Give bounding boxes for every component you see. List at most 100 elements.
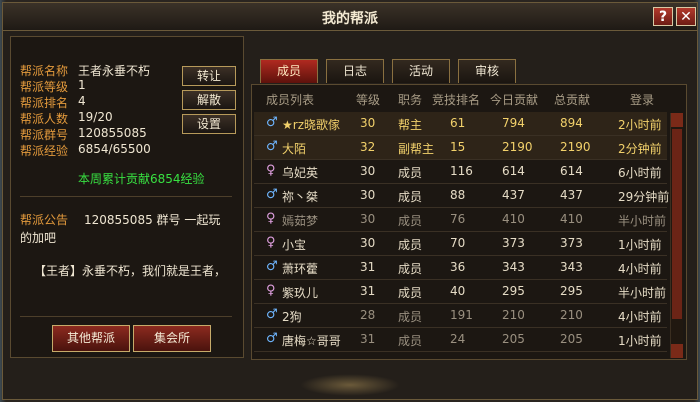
- guild-info-label: 帮派排名: [20, 96, 69, 110]
- member-arena-rank: 116: [450, 164, 473, 178]
- tab-members[interactable]: 成员: [260, 59, 318, 83]
- tab-log[interactable]: 日志: [326, 59, 384, 83]
- divider: [20, 316, 232, 317]
- tab-review[interactable]: 审核: [458, 59, 516, 83]
- member-last-login: 6小时前: [618, 166, 662, 180]
- male-icon: ♂: [266, 307, 278, 322]
- member-last-login: 1小时前: [618, 238, 662, 252]
- member-total-contribution: 343: [560, 260, 583, 274]
- guild-info-label: 帮派名称: [20, 64, 69, 78]
- member-row[interactable]: ♂ 祢丶桀 30 成员 88 437 437 29分钟前: [254, 184, 670, 208]
- member-name: 萧环藿: [282, 262, 319, 276]
- member-row[interactable]: ♀ 嫣茹梦 30 成员 76 410 410 半小时前: [254, 208, 667, 232]
- member-row[interactable]: ♂ 大陌 32 副帮主 15 2190 2190 2分钟前: [254, 136, 667, 160]
- scroll-down-button[interactable]: [671, 344, 683, 358]
- tab-activity[interactable]: 活动: [392, 59, 450, 83]
- male-icon: ♂: [266, 115, 278, 130]
- member-arena-rank: 70: [450, 236, 466, 250]
- member-arena-rank: 15: [450, 140, 466, 154]
- disband-button[interactable]: 解散: [182, 90, 236, 110]
- guild-info-label: 帮派经验: [20, 144, 69, 158]
- member-name: ★rz晓歌傢: [282, 118, 340, 132]
- member-today-contribution: 614: [502, 164, 525, 178]
- male-icon: ♂: [266, 139, 278, 154]
- member-total-contribution: 373: [560, 236, 583, 250]
- female-icon: ♀: [266, 235, 276, 250]
- col-arena-rank: 竞技排名: [432, 93, 481, 107]
- col-role: 职务: [398, 93, 423, 107]
- scroll-up-button[interactable]: [671, 113, 683, 127]
- settings-button[interactable]: 设置: [182, 114, 236, 134]
- scroll-thumb[interactable]: [672, 129, 682, 319]
- male-icon: ♂: [266, 187, 278, 202]
- member-role: 成员: [398, 286, 423, 300]
- member-row[interactable]: ♂ 萧环藿 31 成员 36 343 343 4小时前: [254, 256, 667, 280]
- member-arena-rank: 24: [450, 332, 466, 346]
- member-role: 帮主: [398, 118, 423, 132]
- member-last-login: 29分钟前: [618, 190, 670, 204]
- member-level: 28: [360, 308, 376, 322]
- member-total-contribution: 205: [560, 332, 583, 346]
- member-name: 嫣茹梦: [282, 214, 319, 228]
- member-name: 紫玖儿: [282, 286, 319, 300]
- weekly-contribution: 本周累计贡献6854经验: [78, 172, 205, 186]
- guild-info-value: 王者永垂不朽: [78, 64, 151, 78]
- guild-info-value: 19/20: [78, 110, 113, 124]
- member-row[interactable]: ♂ 唐梅☆哥哥 31 成员 24 205 205 1小时前: [254, 328, 667, 352]
- member-level: 30: [360, 188, 376, 202]
- member-scrollbar[interactable]: [670, 113, 683, 358]
- member-total-contribution: 437: [560, 188, 583, 202]
- male-icon: ♂: [266, 331, 278, 346]
- member-row[interactable]: ♀ 乌妃英 30 成员 116 614 614 6小时前: [254, 160, 667, 184]
- member-last-login: 半小时前: [618, 286, 667, 300]
- guild-info-value: 4: [78, 94, 86, 108]
- member-arena-rank: 88: [450, 188, 466, 202]
- member-level: 30: [360, 116, 376, 130]
- guild-info-label: 帮派等级: [20, 80, 69, 94]
- member-name: 小宝: [282, 238, 307, 252]
- member-name: 2狗: [282, 310, 302, 324]
- member-arena-rank: 36: [450, 260, 466, 274]
- other-guilds-button[interactable]: 其他帮派: [52, 325, 130, 352]
- member-today-contribution: 210: [502, 308, 525, 322]
- member-role: 成员: [398, 334, 423, 348]
- member-row[interactable]: ♀ 紫玖儿 31 成员 40 295 295 半小时前: [254, 280, 667, 304]
- guild-info-label: 帮派群号: [20, 128, 69, 142]
- member-today-contribution: 410: [502, 212, 525, 226]
- member-row[interactable]: ♂ 2狗 28 成员 191 210 210 4小时前: [254, 304, 667, 328]
- close-button[interactable]: ✕: [676, 7, 696, 26]
- member-last-login: 2分钟前: [618, 142, 662, 156]
- member-arena-rank: 191: [450, 308, 473, 322]
- member-row[interactable]: ♀ 小宝 30 成员 70 373 373 1小时前: [254, 232, 667, 256]
- window-title: 我的帮派: [322, 11, 378, 27]
- member-name: 乌妃英: [282, 166, 319, 180]
- col-total-contribution: 总贡献: [554, 93, 591, 107]
- member-row[interactable]: ♂ ★rz晓歌傢 30 帮主 61 794 894 2小时前: [254, 112, 667, 136]
- member-role: 成员: [398, 190, 423, 204]
- col-level: 等级: [356, 93, 381, 107]
- member-level: 31: [360, 260, 376, 274]
- help-button[interactable]: ?: [653, 7, 673, 26]
- member-level: 30: [360, 236, 376, 250]
- female-icon: ♀: [266, 163, 276, 178]
- member-role: 成员: [398, 238, 423, 252]
- col-today-contribution: 今日贡献: [490, 93, 539, 107]
- member-total-contribution: 210: [560, 308, 583, 322]
- female-icon: ♀: [266, 283, 276, 298]
- member-today-contribution: 2190: [502, 140, 533, 154]
- titlebar: 我的帮派 ? ✕: [3, 3, 697, 31]
- male-icon: ♂: [266, 259, 278, 274]
- gathering-hall-button[interactable]: 集会所: [133, 325, 211, 352]
- transfer-button[interactable]: 转让: [182, 66, 236, 86]
- member-role: 副帮主: [398, 142, 435, 156]
- row-separator: [254, 351, 667, 352]
- member-today-contribution: 295: [502, 284, 525, 298]
- divider: [20, 196, 232, 197]
- member-total-contribution: 410: [560, 212, 583, 226]
- member-name: 祢丶桀: [282, 190, 319, 204]
- member-today-contribution: 437: [502, 188, 525, 202]
- member-role: 成员: [398, 166, 423, 180]
- member-last-login: 2小时前: [618, 118, 662, 132]
- member-last-login: 4小时前: [618, 310, 662, 324]
- member-last-login: 半小时前: [618, 214, 667, 228]
